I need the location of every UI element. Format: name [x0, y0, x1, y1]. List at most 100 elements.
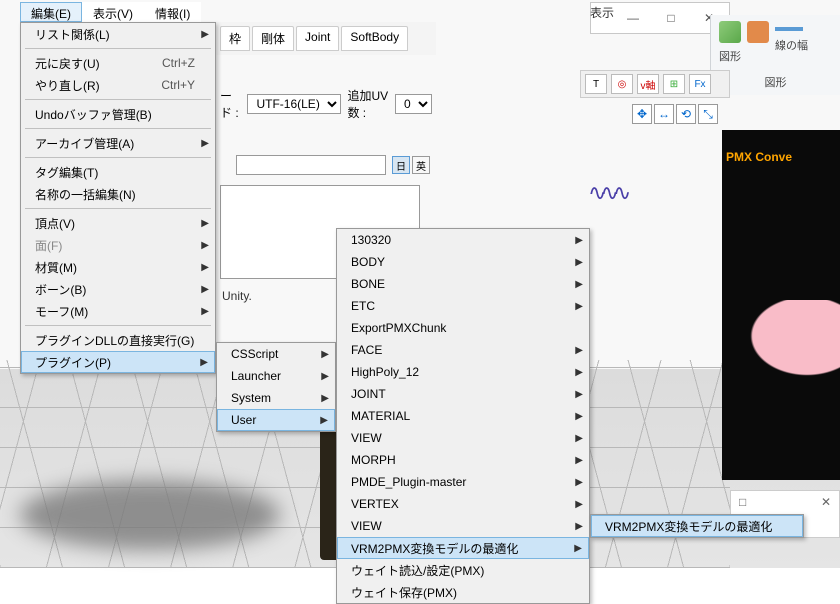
submenu-arrow-icon: ▶ — [575, 257, 583, 268]
menu-item-list[interactable]: リスト関係(L)▶ — [21, 23, 215, 45]
line-sample-icon — [775, 27, 803, 31]
submenu-arrow-icon: ▶ — [575, 279, 583, 290]
small-win-square-icon[interactable]: □ — [739, 495, 746, 509]
encoding-select[interactable]: UTF-16(LE) — [247, 94, 341, 114]
user-item-highpoly[interactable]: HighPoly_12▶ — [337, 361, 589, 383]
minimize-button[interactable]: — — [623, 11, 643, 25]
move-icon[interactable]: ✥ — [632, 104, 652, 124]
submenu-arrow-icon: ▶ — [575, 367, 583, 378]
user-item-view2[interactable]: VIEW▶ — [337, 515, 589, 537]
user-item-view[interactable]: VIEW▶ — [337, 427, 589, 449]
submenu-arrow-icon: ▶ — [200, 357, 208, 368]
menu-item-undobuffer[interactable]: Undoバッファ管理(B) — [21, 103, 215, 125]
edit-menu-dropdown: リスト関係(L)▶ 元に戻す(U)Ctrl+Z やり直し(R)Ctrl+Y Un… — [20, 22, 216, 374]
plugin-item-user[interactable]: User▶ — [217, 409, 335, 431]
menu-item-bone[interactable]: ボーン(B)▶ — [21, 278, 215, 300]
user-item-pmde[interactable]: PMDE_Plugin-master▶ — [337, 471, 589, 493]
submenu-arrow-icon: ▶ — [321, 393, 329, 404]
ribbon-linewidth-label[interactable]: 線の幅 — [775, 37, 808, 53]
extra-uv-select[interactable]: 0 — [395, 94, 432, 114]
plugin-item-csscript[interactable]: CSScript▶ — [217, 343, 335, 365]
menu-item-plugin[interactable]: プラグイン(P)▶ — [21, 351, 215, 373]
small-win-close-icon[interactable]: ✕ — [821, 495, 831, 509]
submenu-arrow-icon: ▶ — [575, 455, 583, 466]
submenu-arrow-icon: ▶ — [575, 301, 583, 312]
menu-item-archive[interactable]: アーカイブ管理(A)▶ — [21, 132, 215, 154]
plugin-item-launcher[interactable]: Launcher▶ — [217, 365, 335, 387]
menu-item-plugindll[interactable]: プラグインDLLの直接実行(G) — [21, 329, 215, 351]
menu-edit[interactable]: 編集(E) — [20, 2, 82, 22]
user-item-weightload[interactable]: ウェイト読込/設定(PMX) — [337, 559, 589, 581]
grid-icon[interactable]: ⊞ — [663, 74, 685, 94]
submenu-arrow-icon: ▶ — [574, 543, 582, 554]
lang-en-button[interactable]: 英 — [412, 156, 430, 174]
menu-separator — [25, 99, 211, 100]
user-item-material[interactable]: MATERIAL▶ — [337, 405, 589, 427]
user-item-body[interactable]: BODY▶ — [337, 251, 589, 273]
menu-item-morph[interactable]: モーフ(M)▶ — [21, 300, 215, 322]
plugin-submenu: CSScript▶ Launcher▶ System▶ User▶ — [216, 342, 336, 432]
menu-item-redo[interactable]: やり直し(R)Ctrl+Y — [21, 74, 215, 96]
text-tool-button[interactable]: T — [585, 74, 607, 94]
submenu-arrow-icon: ▶ — [575, 477, 583, 488]
submenu-arrow-icon: ▶ — [575, 345, 583, 356]
user-item-vrm2pmx[interactable]: VRM2PMX変換モデルの最適化▶ — [337, 537, 589, 559]
user-item-weightsave[interactable]: ウェイト保存(PMX) — [337, 581, 589, 603]
fx-button[interactable]: Fx — [689, 74, 711, 94]
menu-bar: 編集(E) 表示(V) 情報(I) — [20, 2, 201, 22]
submenu-arrow-icon: ▶ — [201, 284, 209, 295]
user-plugin-submenu: 130320▶ BODY▶ BONE▶ ETC▶ ExportPMXChunk … — [336, 228, 590, 604]
user-item-vertex[interactable]: VERTEX▶ — [337, 493, 589, 515]
ribbon-shape-label: 図形 — [719, 48, 741, 64]
submenu-arrow-icon: ▶ — [201, 240, 209, 251]
menu-item-material[interactable]: 材質(M)▶ — [21, 256, 215, 278]
converter-title: PMX Conve — [726, 150, 836, 164]
name-input[interactable] — [236, 155, 386, 175]
vrm2pmx-optimize-item[interactable]: VRM2PMX変換モデルの最適化 — [591, 515, 803, 537]
pan-icon[interactable]: ↔ — [654, 104, 674, 124]
user-item-exportpmx[interactable]: ExportPMXChunk — [337, 317, 589, 339]
pen-icon[interactable] — [747, 21, 769, 43]
submenu-arrow-icon: ▶ — [575, 389, 583, 400]
menu-separator — [25, 157, 211, 158]
tab-joint[interactable]: Joint — [296, 26, 339, 51]
tab-frame[interactable]: 枠 — [220, 26, 250, 51]
plugin-item-system[interactable]: System▶ — [217, 387, 335, 409]
tab-rigidbody[interactable]: 剛体 — [252, 26, 294, 51]
model-decoration: ∿∿∿ — [588, 180, 625, 206]
menu-info[interactable]: 情報(I) — [144, 2, 201, 22]
axis-toolbar: T ◎ v軸 ⊞ Fx — [580, 70, 730, 98]
menu-item-tagedit[interactable]: タグ編集(T) — [21, 161, 215, 183]
zoom-icon[interactable]: ⤡ — [698, 104, 718, 124]
view-tab-label[interactable]: 表示 — [590, 4, 614, 21]
tab-softbody[interactable]: SoftBody — [341, 26, 408, 51]
rotate-icon[interactable]: ⟲ — [676, 104, 696, 124]
target-icon[interactable]: ◎ — [611, 74, 633, 94]
menu-view[interactable]: 表示(V) — [82, 2, 144, 22]
vaxis-button[interactable]: v軸 — [637, 74, 659, 94]
user-item-130320[interactable]: 130320▶ — [337, 229, 589, 251]
menu-item-batchname[interactable]: 名称の一括編集(N) — [21, 183, 215, 205]
submenu-arrow-icon: ▶ — [575, 521, 583, 532]
editor-tabs: 枠 剛体 Joint SoftBody — [216, 22, 436, 55]
menu-separator — [25, 128, 211, 129]
user-item-joint[interactable]: JOINT▶ — [337, 383, 589, 405]
menu-item-vertex[interactable]: 頂点(V)▶ — [21, 212, 215, 234]
user-item-etc[interactable]: ETC▶ — [337, 295, 589, 317]
model-shadow — [20, 480, 280, 550]
lang-jp-button[interactable]: 日 — [392, 156, 410, 174]
user-item-bone[interactable]: BONE▶ — [337, 273, 589, 295]
user-item-morph[interactable]: MORPH▶ — [337, 449, 589, 471]
menu-item-undo[interactable]: 元に戻す(U)Ctrl+Z — [21, 52, 215, 74]
menu-separator — [25, 208, 211, 209]
menu-separator — [25, 48, 211, 49]
submenu-arrow-icon: ▶ — [575, 235, 583, 246]
encoding-label: ード : — [220, 87, 241, 121]
user-item-face[interactable]: FACE▶ — [337, 339, 589, 361]
submenu-arrow-icon: ▶ — [321, 349, 329, 360]
shape-icon[interactable] — [719, 21, 741, 43]
maximize-button[interactable]: □ — [661, 11, 681, 25]
submenu-arrow-icon: ▶ — [201, 262, 209, 273]
vrm2pmx-submenu: VRM2PMX変換モデルの最適化 — [590, 514, 804, 538]
menu-item-face[interactable]: 面(F)▶ — [21, 234, 215, 256]
